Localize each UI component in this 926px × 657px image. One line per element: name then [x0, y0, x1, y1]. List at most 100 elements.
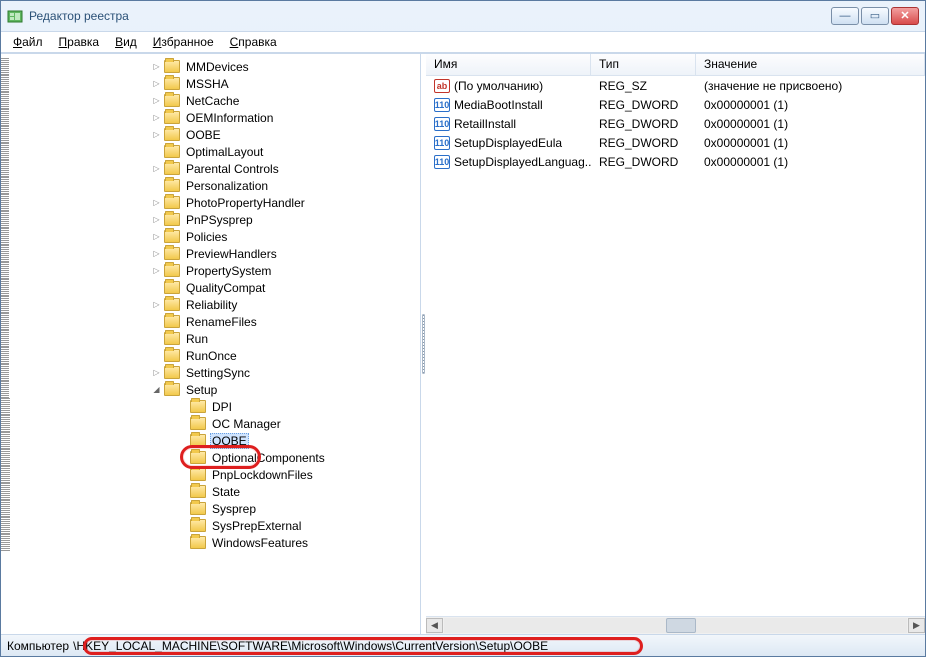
tree-item-mmdevices[interactable]: MMDevices	[1, 58, 420, 75]
tree-item-pnpsysprep[interactable]: PnPSysprep	[1, 211, 420, 228]
value-type: REG_DWORD	[599, 136, 678, 150]
dword-value-icon: 110	[434, 117, 450, 131]
tree-label: SysPrepExternal	[210, 519, 303, 533]
expander-icon[interactable]	[151, 129, 162, 140]
folder-icon	[190, 468, 206, 481]
tree-item-renamefiles[interactable]: RenameFiles	[1, 313, 420, 330]
close-button[interactable]: ✕	[891, 7, 919, 25]
expander-icon[interactable]	[151, 163, 162, 174]
value-type: REG_DWORD	[599, 117, 678, 131]
folder-icon	[164, 298, 180, 311]
tree-item-personalization[interactable]: Personalization	[1, 177, 420, 194]
expander-icon[interactable]	[151, 112, 162, 123]
folder-icon	[164, 94, 180, 107]
folder-icon	[164, 128, 180, 141]
value-name: RetailInstall	[454, 117, 516, 131]
menubar: ФайлПравкаВидИзбранноеСправка	[1, 31, 925, 53]
expander-icon[interactable]	[151, 214, 162, 225]
tree-item-setup-sysprep[interactable]: Sysprep	[1, 500, 420, 517]
folder-icon	[164, 315, 180, 328]
list-pane: Имя Тип Значение ab(По умолчанию)REG_SZ(…	[426, 54, 925, 634]
expander-icon[interactable]	[151, 384, 162, 395]
value-row[interactable]: 110 RetailInstall REG_DWORD 0x00000001 (1)	[426, 114, 925, 133]
expander-icon[interactable]	[151, 95, 162, 106]
tree-item-setup-windowsfeatures[interactable]: WindowsFeatures	[1, 534, 420, 551]
tree-item-mssha[interactable]: MSSHA	[1, 75, 420, 92]
expander-icon[interactable]	[151, 78, 162, 89]
tree-item-photopropertyhandler[interactable]: PhotoPropertyHandler	[1, 194, 420, 211]
folder-icon	[190, 519, 206, 532]
tree-item-run[interactable]: Run	[1, 330, 420, 347]
folder-icon	[164, 162, 180, 175]
column-name[interactable]: Имя	[426, 54, 591, 75]
scroll-track[interactable]	[444, 618, 907, 633]
tree-item-setup-sysprepexternal[interactable]: SysPrepExternal	[1, 517, 420, 534]
tree-item-policies[interactable]: Policies	[1, 228, 420, 245]
column-type[interactable]: Тип	[591, 54, 696, 75]
horizontal-scrollbar[interactable]: ◀ ▶	[426, 616, 925, 634]
tree-item-optimallayout[interactable]: OptimalLayout	[1, 143, 420, 160]
scroll-right-button[interactable]: ▶	[908, 618, 925, 633]
tree-item-settingsync[interactable]: SettingSync	[1, 364, 420, 381]
expander-icon[interactable]	[151, 248, 162, 259]
tree-item-qualitycompat[interactable]: QualityCompat	[1, 279, 420, 296]
dword-value-icon: 110	[434, 98, 450, 112]
menu-вид[interactable]: Вид	[109, 33, 143, 51]
expander-icon[interactable]	[151, 231, 162, 242]
value-row[interactable]: 110MediaBootInstallREG_DWORD0x00000001 (…	[426, 95, 925, 114]
tree-item-propertysystem[interactable]: PropertySystem	[1, 262, 420, 279]
column-value[interactable]: Значение	[696, 54, 925, 75]
folder-icon	[164, 366, 180, 379]
expander-icon[interactable]	[151, 197, 162, 208]
menu-файл[interactable]: Файл	[7, 33, 49, 51]
tree-item-previewhandlers[interactable]: PreviewHandlers	[1, 245, 420, 262]
tree-label: Run	[184, 332, 210, 346]
tree-pane[interactable]: MMDevices MSSHA NetCache OEMInformation …	[1, 54, 421, 634]
expander-icon[interactable]	[151, 367, 162, 378]
value-data: 0x00000001 (1)	[704, 98, 788, 112]
tree-item-reliability[interactable]: Reliability	[1, 296, 420, 313]
menu-избранное[interactable]: Избранное	[147, 33, 220, 51]
tree-item-runonce[interactable]: RunOnce	[1, 347, 420, 364]
string-value-icon: ab	[434, 79, 450, 93]
tree-label: Setup	[184, 383, 219, 397]
scroll-left-button[interactable]: ◀	[426, 618, 443, 633]
tree-item-parental-controls[interactable]: Parental Controls	[1, 160, 420, 177]
tree-item-setup-pnplockdownfiles[interactable]: PnpLockdownFiles	[1, 466, 420, 483]
folder-icon	[164, 332, 180, 345]
tree-label: RunOnce	[184, 349, 239, 363]
tree-label: PropertySystem	[184, 264, 273, 278]
tree-item-setup[interactable]: Setup	[1, 381, 420, 398]
tree-item-oobe[interactable]: OOBE	[1, 126, 420, 143]
tree-item-netcache[interactable]: NetCache	[1, 92, 420, 109]
titlebar[interactable]: Редактор реестра — ▭ ✕	[1, 1, 925, 31]
splitter[interactable]	[421, 54, 426, 634]
tree-item-oeminformation[interactable]: OEMInformation	[1, 109, 420, 126]
values-list[interactable]: ab(По умолчанию)REG_SZ(значение не присв…	[426, 76, 925, 616]
minimize-button[interactable]: —	[831, 7, 859, 25]
expander-icon[interactable]	[151, 265, 162, 276]
app-icon	[7, 8, 23, 24]
tree-item-setup-oobe[interactable]: OOBE	[1, 432, 420, 449]
tree-item-setup-optionalcomponents[interactable]: OptionalComponents	[1, 449, 420, 466]
value-row[interactable]: 110SetupDisplayedLanguag...REG_DWORD0x00…	[426, 152, 925, 171]
maximize-button[interactable]: ▭	[861, 7, 889, 25]
folder-icon	[190, 400, 206, 413]
folder-icon	[190, 536, 206, 549]
value-row[interactable]: ab(По умолчанию)REG_SZ(значение не присв…	[426, 76, 925, 95]
tree-label: DPI	[210, 400, 234, 414]
value-data: 0x00000001 (1)	[704, 117, 788, 131]
tree-item-setup-dpi[interactable]: DPI	[1, 398, 420, 415]
expander-icon[interactable]	[151, 299, 162, 310]
value-row[interactable]: 110SetupDisplayedEulaREG_DWORD0x00000001…	[426, 133, 925, 152]
menu-правка[interactable]: Правка	[53, 33, 106, 51]
menu-справка[interactable]: Справка	[224, 33, 283, 51]
scroll-thumb[interactable]	[666, 618, 696, 633]
folder-icon	[190, 434, 206, 447]
tree-item-setup-state[interactable]: State	[1, 483, 420, 500]
regedit-window: Редактор реестра — ▭ ✕ ФайлПравкаВидИзбр…	[0, 0, 926, 657]
tree-label: State	[210, 485, 242, 499]
tree-item-setup-oc-manager[interactable]: OC Manager	[1, 415, 420, 432]
tree-label: OptionalComponents	[210, 451, 327, 465]
expander-icon[interactable]	[151, 61, 162, 72]
